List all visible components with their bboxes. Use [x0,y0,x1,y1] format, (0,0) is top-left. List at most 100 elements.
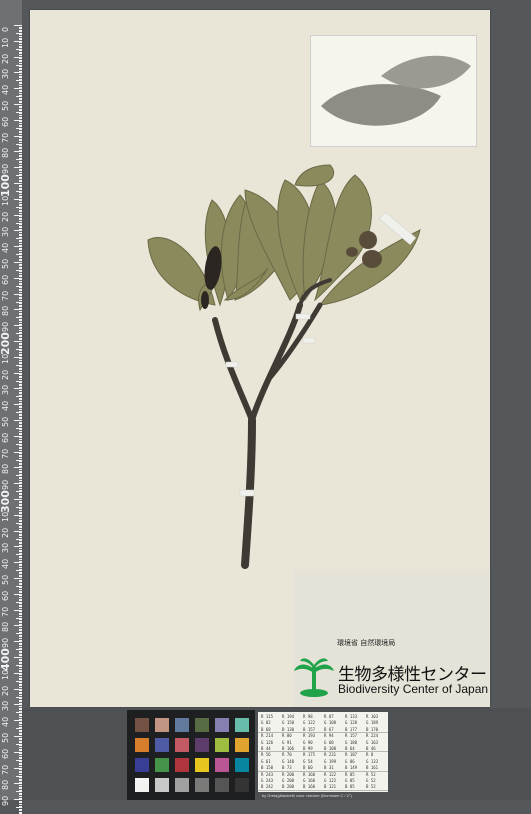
color-table-cell: B 242 [261,784,274,790]
color-table-cell: G 85 [345,778,355,783]
color-table-cell: B 177 [345,726,358,732]
color-table-cell: R 87 [324,714,334,719]
color-table-cell: R 122 [324,771,337,777]
color-patch [215,718,229,732]
color-table-cell: R 214 [261,733,274,739]
color-table-cell: B 44 [261,746,271,751]
color-table-cell: G 86 [345,758,355,764]
color-table-cell: B 68 [261,726,271,732]
color-patch [235,778,249,792]
color-patch [175,778,189,792]
color-table-cell: B 31 [324,765,334,771]
color-table-cell: G 189 [366,720,379,726]
color-table-cell: G 108 [324,720,337,726]
color-table-cell: R 157 [345,733,358,739]
color-table-cell: R 94 [324,733,334,739]
color-table-cell: B 150 [261,765,274,771]
color-table-cell: G 188 [345,739,358,745]
color-table-cell: B 85 [345,784,355,790]
color-table-cell: R 200 [282,771,295,777]
color-table-cell: R 231 [324,752,337,758]
color-patch [195,758,209,772]
color-table-cell: R 133 [345,714,358,719]
color-patch [155,738,169,752]
color-table-cell: B 200 [282,784,295,790]
color-table-cell: B 170 [366,726,379,732]
color-table-cell: B 99 [303,746,313,751]
color-table-cell: R 8 [366,752,374,758]
color-table-cell: B 121 [324,784,337,790]
color-table-cell: B 149 [345,765,358,771]
color-reference-table: R 115 R 194 R 98 R 87 R 133 R 103 G 82 G 150 G 1… [258,712,388,792]
color-table-cell: G 150 [282,720,295,726]
color-table-cell: G 200 [282,778,295,783]
color-table-caption: by GretagMacbeth color checker (Illumina… [262,793,352,798]
color-table-cell: G 90 [303,739,313,745]
color-patch [195,778,209,792]
color-patch [235,758,249,772]
color-patch [195,738,209,752]
color-table-cell: R 187 [345,752,358,758]
color-table-cell: B 46 [366,746,376,751]
color-patch [215,738,229,752]
color-table-cell: B 64 [345,746,355,751]
color-table-cell: R 98 [303,714,313,719]
color-table-cell: G 133 [366,758,379,764]
color-patch [175,718,189,732]
color-patch [235,738,249,752]
color-table-cell: B 161 [366,765,379,771]
color-table-cell: B 160 [303,784,316,790]
org-jp-small-text: 環境省 自然環境局 [337,639,396,647]
color-table-cell: G 122 [324,778,337,783]
color-table-cell: G 91 [282,739,292,745]
color-checker-chart [127,710,255,800]
color-table-cell: R 80 [282,733,292,739]
color-table-cell: G 52 [366,778,376,783]
color-table-cell: B 130 [282,726,295,732]
color-patch [135,758,149,772]
color-table-cell: G 128 [345,720,358,726]
color-patch [235,718,249,732]
color-table-cell: R 52 [366,771,376,777]
color-patch [215,758,229,772]
color-table-cell: B 73 [282,765,292,771]
color-table-cell: B 67 [324,726,334,732]
color-patch [175,738,189,752]
color-table-cell: B 157 [303,726,316,732]
color-table-cell: R 70 [282,752,292,758]
color-table-cell: G 82 [261,720,271,726]
color-table-cell: R 194 [282,714,295,719]
color-table-cell: R 56 [261,752,271,758]
color-table-cell: R 175 [303,752,316,758]
color-table-cell: R 85 [345,771,355,777]
color-table-cell: R 160 [303,771,316,777]
color-table-cell: B 60 [303,765,313,771]
color-table-cell: G 199 [324,758,337,764]
color-table-cell: G 60 [324,739,334,745]
color-table-cell: G 160 [303,778,316,783]
color-table-cell: B 166 [282,746,295,751]
color-table-cell: B 108 [324,746,337,751]
color-table-cell: G 163 [366,739,379,745]
color-patch [155,758,169,772]
color-patch [135,738,149,752]
color-table-cell: G 148 [282,758,295,764]
color-table-cell: R 193 [303,733,316,739]
color-table-cell: R 115 [261,714,274,719]
color-table-cell: G 243 [261,778,274,783]
color-patch [155,778,169,792]
org-name-english: Biodiversity Center of Japan [338,682,489,696]
color-patch [135,718,149,732]
color-patch [175,758,189,772]
color-patch [215,778,229,792]
color-table-cell: G 126 [261,739,274,745]
color-patch [135,778,149,792]
color-table-cell: R 103 [366,714,379,719]
color-patch [155,718,169,732]
color-table-cell: G 122 [303,720,316,726]
color-table-cell: R 243 [261,771,274,777]
color-table-cell: R 224 [366,733,379,739]
biodiversity-center-logo [294,658,334,697]
color-table-cell: G 54 [303,758,313,764]
color-table-cell: G 61 [261,758,271,764]
